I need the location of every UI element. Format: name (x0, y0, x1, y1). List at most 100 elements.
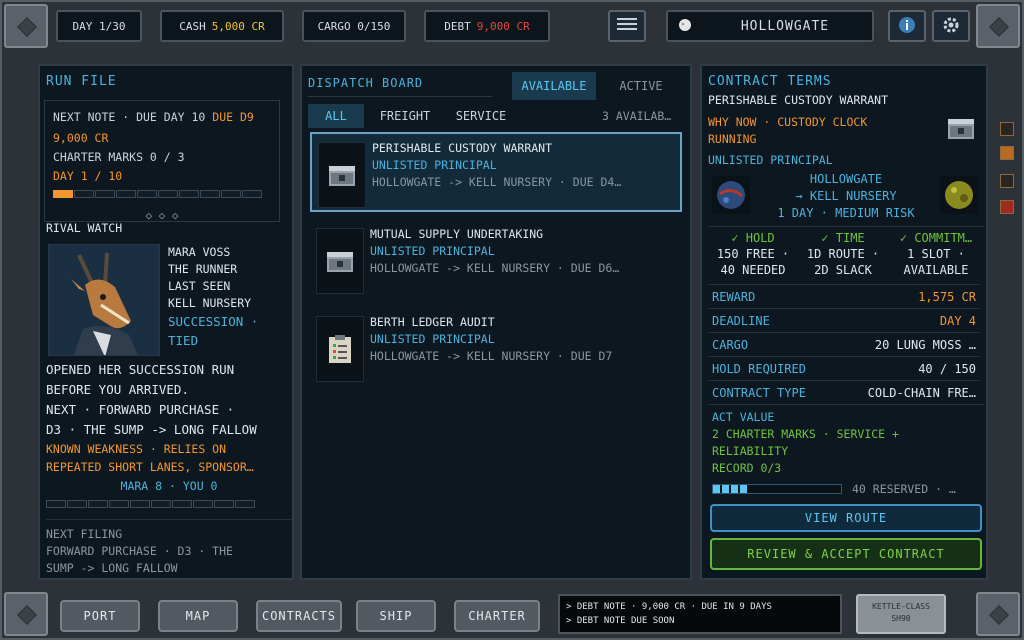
reward-row: REWARD 1,575 CR (708, 284, 980, 308)
cash-display: CASH 5,000 CR (160, 10, 284, 42)
nav-ship-button[interactable]: SHIP (356, 600, 436, 632)
tab-available[interactable]: AVAILABLE (512, 72, 596, 100)
side-indicator-4[interactable] (1000, 200, 1014, 214)
hold-required-row: HOLD REQUIRED 40 / 150 (708, 356, 980, 380)
contract-card[interactable]: BERTH LEDGER AUDIT UNLISTED PRINCIPAL HO… (310, 308, 682, 388)
rival-score-bar (46, 497, 292, 511)
why-now-2: RUNNING (708, 132, 757, 146)
filter-freight[interactable]: FREIGHT (370, 104, 440, 128)
rival-blurb-1: OPENED HER SUCCESSION RUN (46, 362, 235, 377)
commit-slot: 1 SLOT · (907, 247, 965, 261)
last-seen-label: LAST SEEN (168, 279, 231, 293)
progress-segment (53, 190, 73, 198)
rival-weakness-1: KNOWN WEAKNESS · RELIES ON (46, 442, 227, 456)
run-file-title: RUN FILE (46, 74, 117, 89)
time-route: 1D ROUTE · (806, 247, 880, 261)
menu-icon (616, 16, 638, 37)
day-counter: DAY 1/30 (56, 10, 142, 42)
tab-active[interactable]: ACTIVE (602, 72, 680, 100)
dispatch-title: DISPATCH BOARD (308, 76, 424, 90)
side-indicator-2[interactable] (1000, 146, 1014, 160)
note-amount: 9,000 CR (53, 131, 109, 145)
available-count: 3 AVAILAB… (602, 109, 672, 123)
info-button[interactable] (888, 10, 926, 42)
rival-next-1: NEXT · FORWARD PURCHASE · (46, 402, 235, 417)
card-title: BERTH LEDGER AUDIT (370, 315, 495, 329)
card-title: PERISHABLE CUSTODY WARRANT (372, 141, 553, 155)
nav-charter-button[interactable]: CHARTER (454, 600, 540, 632)
reserved-label: 40 RESERVED · … (852, 482, 956, 496)
reserved-bar (712, 484, 842, 494)
progress-segment (137, 190, 157, 198)
check-time: ✓ TIME (821, 231, 865, 245)
side-indicator-3[interactable] (1000, 174, 1014, 188)
next-filing-2: FORWARD PURCHASE · D3 · THE (46, 544, 233, 558)
accept-contract-button[interactable]: REVIEW & ACCEPT CONTRACT (710, 538, 982, 570)
rival-blurb-2: BEFORE YOU ARRIVED. (46, 382, 189, 397)
progress-segment (74, 190, 94, 198)
menu-button[interactable] (608, 10, 646, 42)
check-commitment: ✓ COMMITM… (899, 231, 973, 245)
rival-score: MARA 8 · YOU 0 (120, 479, 218, 493)
requirement-checks: ✓ HOLD ✓ TIME ✓ COMMITM… 150 FREE · 1D R… (708, 226, 984, 277)
rival-watch-title: RIVAL WATCH (46, 221, 123, 235)
act-value-label: ACT VALUE (712, 410, 775, 424)
view-route-button[interactable]: VIEW ROUTE (710, 504, 982, 532)
card-principal: UNLISTED PRINCIPAL (370, 332, 495, 346)
location-display: HOLLOWGATE (666, 10, 874, 42)
nav-contracts-button[interactable]: CONTRACTS (256, 600, 342, 632)
rival-weakness-2: REPEATED SHORT LANES, SPONSOR… (46, 460, 254, 474)
card-route: HOLLOWGATE -> KELL NURSERY · DUE D4… (372, 175, 622, 189)
ship-class-plate: KETTLE-CLASS SH90 (856, 594, 946, 634)
card-title: MUTUAL SUPPLY UNDERTAKING (370, 227, 544, 241)
contract-card[interactable]: MUTUAL SUPPLY UNDERTAKING UNLISTED PRINC… (310, 220, 682, 300)
corner-bolt-br (976, 592, 1020, 636)
progress-segment (200, 190, 220, 198)
nav-map-button[interactable]: MAP (158, 600, 238, 632)
settings-button[interactable] (932, 10, 970, 42)
corner-bolt-bl (4, 592, 48, 636)
filter-service[interactable]: SERVICE (446, 104, 516, 128)
next-note-due: DUE D9 (212, 110, 254, 124)
terms-principal: UNLISTED PRINCIPAL (708, 153, 833, 167)
ship-class: KETTLE-CLASS (872, 602, 930, 611)
next-note-label: NEXT NOTE · DUE DAY 10 (53, 110, 206, 124)
info-icon (897, 15, 917, 38)
contract-card[interactable]: PERISHABLE CUSTODY WARRANT UNLISTED PRIN… (310, 132, 682, 212)
run-file-panel: RUN FILE NEXT NOTE · DUE DAY 10 DUE D9 9… (38, 64, 294, 580)
card-principal: UNLISTED PRINCIPAL (370, 244, 495, 258)
log-line-1: > DEBT NOTE · 9,000 CR · DUE IN 9 DAYS (566, 602, 772, 612)
rival-role: THE RUNNER (168, 262, 238, 276)
rival-status-1: SUCCESSION · (168, 314, 259, 329)
card-route: HOLLOWGATE -> KELL NURSERY · DUE D7 (370, 349, 613, 363)
cargo-row: CARGO 20 LUNG MOSS … (708, 332, 980, 356)
act-value-2: RELIABILITY (712, 444, 789, 458)
side-indicator-1[interactable] (1000, 122, 1014, 136)
crate-icon (318, 142, 366, 208)
nav-port-button[interactable]: PORT (60, 600, 140, 632)
route-dest: → KELL NURSERY (795, 189, 897, 203)
dispatch-board-panel: DISPATCH BOARD AVAILABLE ACTIVE ALL FREI… (300, 64, 692, 580)
rival-portrait (48, 244, 160, 356)
act-value-3: RECORD 0/3 (712, 461, 782, 475)
moon-icon (678, 18, 692, 35)
progress-segment (116, 190, 136, 198)
origin-planet-icon (712, 176, 750, 217)
message-log: > DEBT NOTE · 9,000 CR · DUE IN 9 DAYS >… (558, 594, 842, 634)
crate-icon (316, 228, 364, 294)
why-now-1: WHY NOW · CUSTODY CLOCK (708, 115, 868, 129)
progress-segment (242, 190, 262, 198)
terms-title: CONTRACT TERMS (708, 74, 832, 89)
dest-planet-icon (940, 176, 978, 217)
corner-bolt-tl (4, 4, 48, 48)
route-origin: HOLLOWGATE (809, 172, 883, 186)
check-hold: ✓ HOLD (731, 231, 775, 245)
next-filing-3: SUMP -> LONG FALLOW (46, 561, 178, 575)
progress-segment (179, 190, 199, 198)
filter-all[interactable]: ALL (308, 104, 364, 128)
run-file-box: NEXT NOTE · DUE DAY 10 DUE D9 9,000 CR C… (44, 100, 280, 222)
contract-type-row: CONTRACT TYPE COLD-CHAIN FRE… (708, 380, 980, 404)
contract-terms-panel: CONTRACT TERMS PERISHABLE CUSTODY WARRAN… (700, 64, 988, 580)
progress-segment (221, 190, 241, 198)
hold-needed: 40 NEEDED (720, 263, 786, 277)
